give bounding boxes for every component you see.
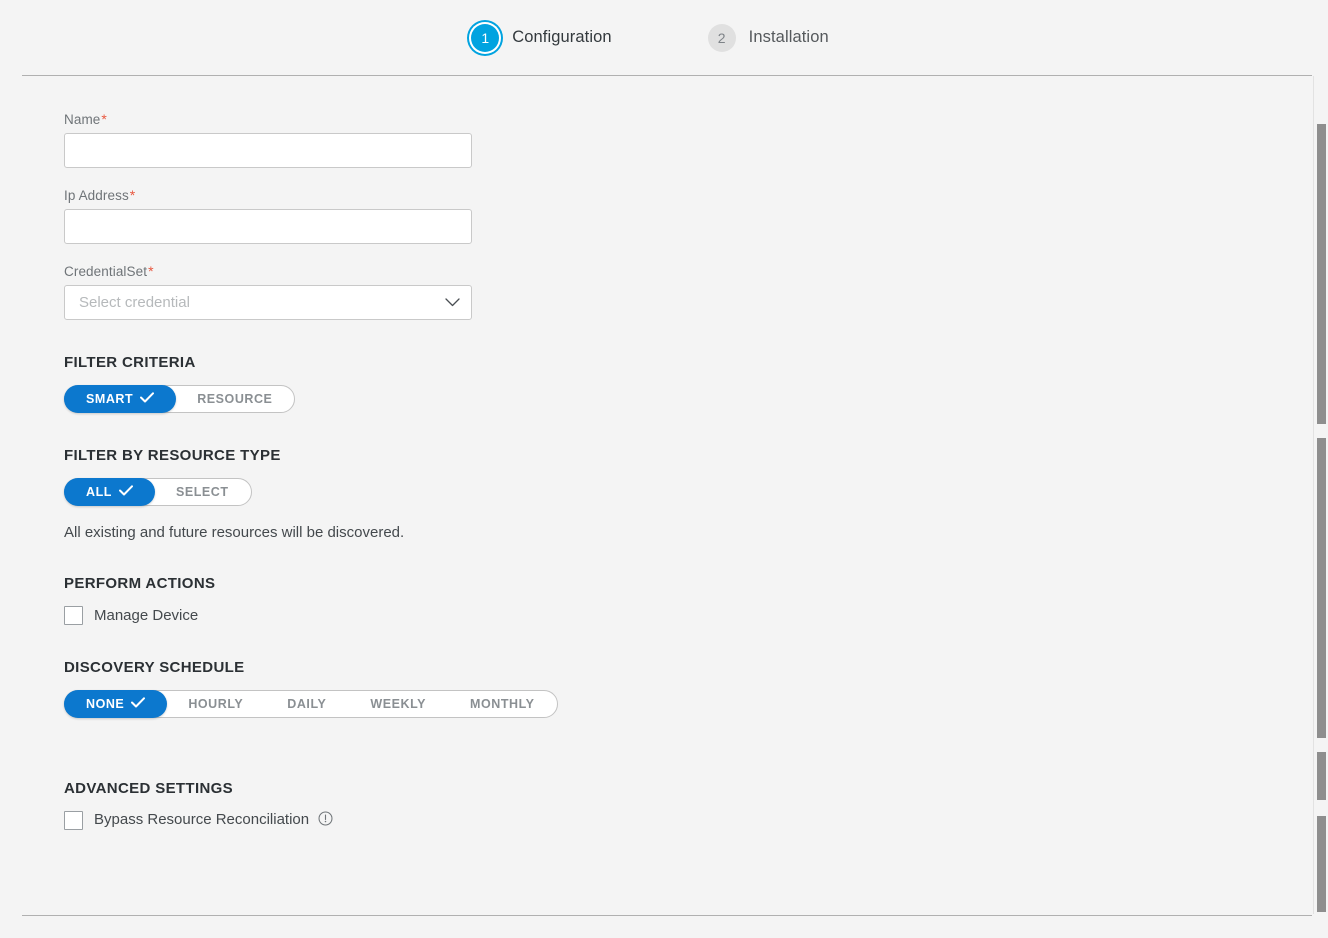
filter-criteria-option-resource[interactable]: RESOURCE [175, 386, 294, 412]
discovery-schedule-section: DISCOVERY SCHEDULE NONE HOURLY DAILY WEE… [64, 659, 1328, 718]
filter-by-resource-type-section: FILTER BY RESOURCE TYPE ALL SELECT All e… [64, 447, 1328, 541]
manage-device-row[interactable]: Manage Device [64, 606, 1328, 625]
credentialset-select-wrapper: Select credential [64, 285, 472, 320]
resource-type-option-select-label: SELECT [175, 485, 229, 499]
vertical-scrollbar[interactable] [1313, 76, 1328, 914]
discovery-schedule-option-none[interactable]: NONE [64, 690, 168, 718]
bypass-reconciliation-row[interactable]: Bypass Resource Reconciliation [64, 811, 1328, 830]
name-required-marker: * [101, 111, 107, 127]
perform-actions-title: PERFORM ACTIONS [64, 575, 216, 592]
bypass-reconciliation-label-text: Bypass Resource Reconciliation [94, 811, 310, 828]
header-divider [22, 75, 1312, 76]
filter-criteria-option-resource-label: RESOURCE [197, 392, 273, 406]
step-1-label: Configuration [512, 28, 612, 46]
ip-address-field-group: Ip Address* [64, 187, 1328, 244]
scrollbar-thumb-upper[interactable] [1317, 124, 1326, 424]
check-icon [140, 392, 155, 406]
step-configuration[interactable]: 1 Configuration [471, 23, 612, 52]
name-field-group: Name* [64, 111, 1328, 168]
ip-address-required-marker: * [129, 187, 136, 203]
step-2-badge: 2 [707, 23, 736, 52]
credentialset-select[interactable]: Select credential [64, 285, 472, 320]
resource-type-option-all-label: ALL [86, 485, 112, 499]
discovery-schedule-toggle-group: NONE HOURLY DAILY WEEKLY MONTHLY [64, 690, 558, 718]
scrollbar-thumb-middle[interactable] [1317, 438, 1326, 738]
manage-device-checkbox[interactable] [64, 606, 83, 625]
credentialset-label-text: CredentialSet [64, 264, 148, 279]
discovery-schedule-option-weekly-label: WEEKLY [370, 697, 427, 711]
filter-criteria-section: FILTER CRITERIA SMART RESOURCE [64, 354, 1328, 413]
resource-type-toggle-group: ALL SELECT [64, 478, 252, 506]
credentialset-selected-value: Select credential [79, 294, 190, 311]
name-input[interactable] [64, 133, 472, 168]
bypass-reconciliation-checkbox[interactable] [64, 811, 83, 830]
step-1-badge: 1 [471, 23, 500, 52]
resource-type-option-all[interactable]: ALL [64, 478, 155, 506]
filter-criteria-option-smart[interactable]: SMART [64, 385, 177, 413]
credentialset-required-marker: * [148, 263, 154, 279]
advanced-settings-section: ADVANCED SETTINGS Bypass Resource Reconc… [64, 780, 1328, 830]
name-label: Name* [64, 111, 1328, 127]
discovery-schedule-option-monthly[interactable]: MONTHLY [448, 691, 557, 717]
step-2-label: Installation [748, 28, 829, 46]
resource-type-helper-text: All existing and future resources will b… [64, 524, 405, 541]
discovery-schedule-title: DISCOVERY SCHEDULE [64, 659, 245, 676]
step-installation[interactable]: 2 Installation [707, 23, 829, 52]
discovery-schedule-option-hourly[interactable]: HOURLY [166, 691, 265, 717]
filter-criteria-option-smart-label: SMART [86, 392, 134, 406]
filter-criteria-title: FILTER CRITERIA [64, 354, 196, 371]
bypass-reconciliation-label: Bypass Resource Reconciliation [94, 811, 333, 830]
resource-type-option-select[interactable]: SELECT [154, 479, 251, 505]
wizard-stepper: 1 Configuration 2 Installation [0, 0, 1328, 75]
discovery-schedule-option-hourly-label: HOURLY [188, 697, 244, 711]
manage-device-label: Manage Device [94, 607, 199, 624]
discovery-schedule-option-daily[interactable]: DAILY [265, 691, 348, 717]
advanced-settings-title: ADVANCED SETTINGS [64, 780, 234, 797]
perform-actions-section: PERFORM ACTIONS Manage Device [64, 575, 1328, 625]
discovery-schedule-option-daily-label: DAILY [287, 697, 327, 711]
ip-address-label: Ip Address* [64, 187, 1328, 203]
credentialset-label: CredentialSet* [64, 263, 1328, 279]
discovery-schedule-option-monthly-label: MONTHLY [470, 697, 535, 711]
check-icon [118, 485, 133, 499]
check-icon [131, 697, 146, 711]
scrollbar-thumb-lower[interactable] [1317, 752, 1326, 800]
ip-address-label-text: Ip Address [64, 188, 129, 203]
footer-divider [22, 915, 1312, 916]
credentialset-field-group: CredentialSet* Select credential [64, 263, 1328, 320]
filter-by-resource-type-title: FILTER BY RESOURCE TYPE [64, 447, 281, 464]
ip-address-input[interactable] [64, 209, 472, 244]
discovery-schedule-option-none-label: NONE [86, 697, 125, 711]
discovery-schedule-option-weekly[interactable]: WEEKLY [348, 691, 448, 717]
name-label-text: Name [64, 112, 101, 127]
configuration-form: Name* Ip Address* CredentialSet* Select … [0, 75, 1328, 830]
info-circle-icon[interactable] [318, 811, 333, 830]
filter-criteria-toggle-group: SMART RESOURCE [64, 385, 296, 413]
scrollbar-thumb-bottom[interactable] [1317, 816, 1326, 912]
